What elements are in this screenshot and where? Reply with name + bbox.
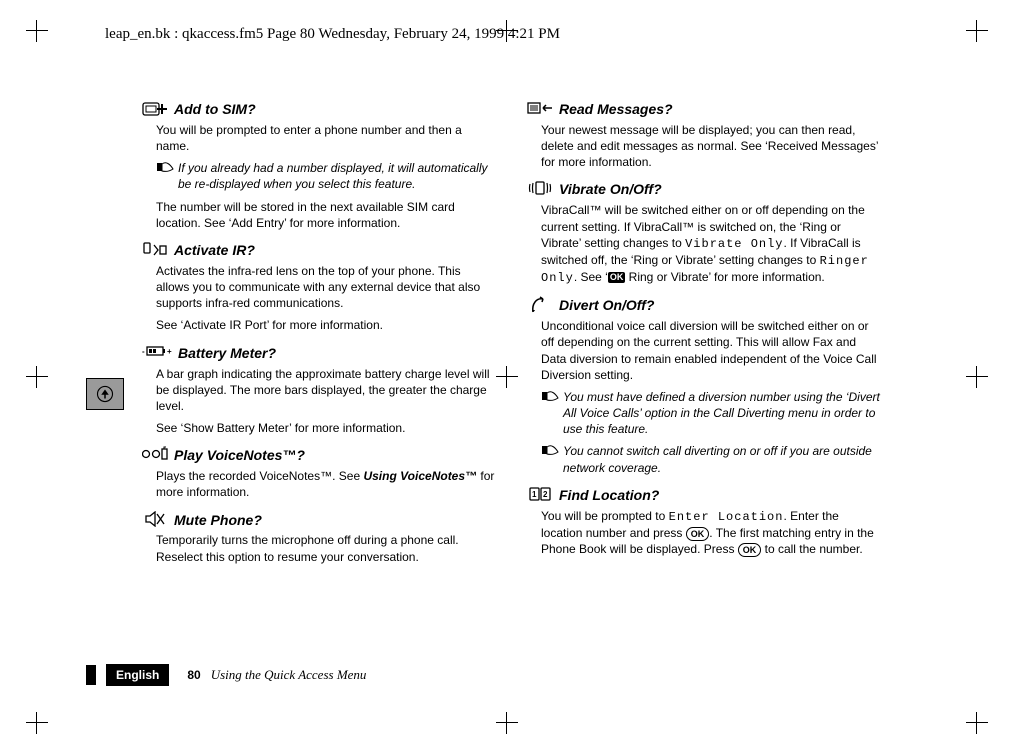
section-title: Divert On/Off?	[559, 296, 654, 315]
crop-mark	[496, 712, 518, 734]
voicenotes-icon	[142, 446, 168, 462]
section-activate-ir: Activate IR?	[142, 241, 497, 260]
right-column: Read Messages? Your newest message will …	[527, 100, 882, 571]
crop-mark	[966, 366, 988, 388]
footer-section-title: Using the Quick Access Menu	[211, 667, 367, 683]
note: If you already had a number displayed, i…	[156, 160, 497, 192]
svg-text:-: -	[142, 347, 145, 356]
body-text: Activates the infra-red lens on the top …	[156, 263, 497, 312]
text-fragment: to call the number.	[761, 542, 862, 556]
read-messages-icon	[527, 100, 553, 116]
text-fragment: . See ‘	[574, 270, 608, 284]
body-text: Temporarily turns the microphone off dur…	[156, 532, 497, 564]
note-hand-icon	[541, 443, 559, 475]
mono-text: Enter Location	[669, 510, 784, 524]
section-title: Mute Phone?	[174, 511, 262, 530]
section-read-messages: Read Messages?	[527, 100, 882, 119]
body-text: VibraCall™ will be switched either on or…	[541, 202, 882, 286]
mute-icon	[142, 511, 168, 527]
side-tab-marker	[86, 378, 124, 410]
body-text: Your newest message will be displayed; y…	[541, 122, 882, 171]
text-fragment: You will be prompted to	[541, 509, 669, 523]
text-fragment: Ring or Vibrate’ for more information.	[625, 270, 824, 284]
note: You cannot switch call diverting on or o…	[541, 443, 882, 475]
section-title: Find Location?	[559, 486, 659, 505]
footer-black-bar	[86, 665, 96, 685]
crop-mark	[26, 712, 48, 734]
note-hand-icon	[156, 160, 174, 192]
section-vibrate-onoff: Vibrate On/Off?	[527, 180, 882, 199]
language-label: English	[106, 664, 169, 686]
section-title: Activate IR?	[174, 241, 255, 260]
find-location-icon: 12	[527, 486, 553, 502]
text-emphasis: Using VoiceNotes™	[363, 469, 477, 483]
section-title: Read Messages?	[559, 100, 673, 119]
section-title: Battery Meter?	[178, 344, 276, 363]
ir-icon	[142, 241, 168, 259]
note-text: You must have defined a diversion number…	[563, 389, 882, 438]
crop-mark	[26, 366, 48, 388]
body-text: You will be prompted to enter a phone nu…	[156, 122, 497, 154]
sim-add-icon	[142, 100, 168, 118]
page-number: 80	[187, 668, 200, 682]
section-mute-phone: Mute Phone?	[142, 511, 497, 530]
section-title: Vibrate On/Off?	[559, 180, 662, 199]
section-title: Add to SIM?	[174, 100, 256, 119]
crop-mark	[26, 20, 48, 42]
page-footer: English 80 Using the Quick Access Menu	[86, 664, 366, 686]
divert-icon	[527, 296, 553, 314]
running-header: leap_en.bk : qkaccess.fm5 Page 80 Wednes…	[105, 26, 560, 43]
crop-mark	[966, 20, 988, 42]
section-play-voicenotes: Play VoiceNotes™?	[142, 446, 497, 465]
body-text: You will be prompted to Enter Location. …	[541, 508, 882, 558]
arrow-up-icon	[96, 385, 114, 403]
mono-text: Vibrate Only	[685, 237, 783, 251]
body-text: See ‘Activate IR Port’ for more informat…	[156, 317, 497, 333]
section-divert-onoff: Divert On/Off?	[527, 296, 882, 315]
text-fragment: Plays the recorded VoiceNotes™. See	[156, 469, 363, 483]
svg-text:2: 2	[543, 490, 548, 499]
body-text: Plays the recorded VoiceNotes™. See Usin…	[156, 468, 497, 500]
svg-text:1: 1	[532, 490, 537, 499]
note-text: If you already had a number displayed, i…	[178, 160, 497, 192]
ok-button-icon: OK	[738, 543, 762, 557]
left-column: Add to SIM? You will be prompted to ente…	[142, 100, 497, 571]
crop-mark	[966, 712, 988, 734]
section-find-location: 12 Find Location?	[527, 486, 882, 505]
body-text: See ‘Show Battery Meter’ for more inform…	[156, 420, 497, 436]
note-text: You cannot switch call diverting on or o…	[563, 443, 882, 475]
note-hand-icon	[541, 389, 559, 438]
note: You must have defined a diversion number…	[541, 389, 882, 438]
ok-button-icon: OK	[686, 527, 710, 541]
body-text: A bar graph indicating the approximate b…	[156, 366, 497, 415]
vibrate-icon	[527, 180, 553, 196]
svg-text:+: +	[167, 347, 172, 356]
section-title: Play VoiceNotes™?	[174, 446, 305, 465]
ok-key-icon: OK	[608, 272, 626, 283]
battery-icon: -+	[142, 344, 172, 358]
body-text: The number will be stored in the next av…	[156, 199, 497, 231]
section-battery-meter: -+ Battery Meter?	[142, 344, 497, 363]
body-text: Unconditional voice call diversion will …	[541, 318, 882, 383]
section-add-to-sim: Add to SIM?	[142, 100, 497, 119]
